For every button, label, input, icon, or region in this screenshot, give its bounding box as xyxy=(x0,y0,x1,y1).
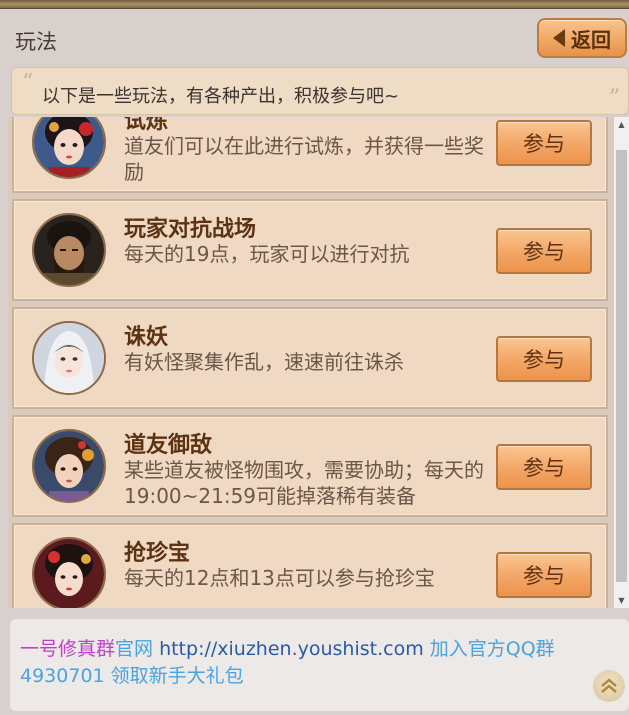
activities-window: 玩法 返回 “ 以下是一些玩法，有各种产出，积极参与吧~ ” 试炼 道友们可以在… xyxy=(0,0,629,715)
activity-desc: 每天的12点和13点可以参与抢珍宝 xyxy=(124,566,435,590)
scroll-down-arrow-icon[interactable]: ▼ xyxy=(614,593,629,608)
join-button-pvp-battlefield[interactable]: 参与 xyxy=(496,228,592,274)
footer-join-qq-label: 加入官方QQ群 xyxy=(423,638,555,660)
avatar xyxy=(32,321,106,395)
scroll-to-top-button[interactable] xyxy=(593,670,625,702)
scroll-up-arrow-icon[interactable]: ▲ xyxy=(614,117,629,132)
avatar xyxy=(32,429,106,503)
notice-text: 以下是一些玩法，有各种产出，积极参与吧~ xyxy=(42,86,400,107)
join-button-defend-allies[interactable]: 参与 xyxy=(496,444,592,490)
activity-desc: 每天的19点，玩家可以进行对抗 xyxy=(124,242,410,266)
activity-card-treasure-grab: 抢珍宝 每天的12点和13点可以参与抢珍宝 参与 xyxy=(12,523,608,608)
activity-title: 抢珍宝 xyxy=(124,541,191,566)
footer-website-link[interactable]: http://xiuzhen.youshist.com xyxy=(159,638,424,660)
activity-desc: 道友们可以在此进行试炼，并获得一些奖励 xyxy=(124,134,484,184)
back-arrow-icon xyxy=(553,29,565,47)
join-button-trial[interactable]: 参与 xyxy=(496,120,592,166)
footer-group-name: 一号修真群 xyxy=(20,638,116,660)
notice-banner: “ 以下是一些玩法，有各种产出，积极参与吧~ ” xyxy=(11,67,629,115)
back-button[interactable]: 返回 xyxy=(537,18,627,58)
list-scrollbar[interactable]: ▲ ▼ xyxy=(614,117,629,608)
scroll-thumb[interactable] xyxy=(616,150,627,582)
avatar xyxy=(32,117,106,179)
activity-desc: 有妖怪聚集作乱，速速前往诛杀 xyxy=(124,350,404,374)
activity-title: 诛妖 xyxy=(124,325,169,350)
activity-card-trial: 试炼 道友们可以在此进行试炼，并获得一些奖励 参与 xyxy=(12,117,608,193)
activity-title: 玩家对抗战场 xyxy=(124,217,257,242)
activity-card-defend-allies: 道友御敌 某些道友被怪物围攻，需要协助；每天的19:00~21:59可能掉落稀有… xyxy=(12,415,608,517)
footer-info: 一号修真群官网 http://xiuzhen.youshist.com 加入官方… xyxy=(10,619,629,711)
footer-site-label: 官网 xyxy=(115,638,160,660)
footer-gift-label: 领取新手大礼包 xyxy=(104,665,244,687)
double-chevron-up-icon xyxy=(601,678,617,693)
quote-open-icon: “ xyxy=(22,70,34,95)
quote-close-icon: ” xyxy=(608,86,620,111)
avatar xyxy=(32,213,106,287)
page-title: 玩法 xyxy=(15,30,57,54)
activity-card-pvp-battlefield: 玩家对抗战场 每天的19点，玩家可以进行对抗 参与 xyxy=(12,199,608,301)
footer-qq-number: 4930701 xyxy=(20,665,105,687)
join-button-slay-demons[interactable]: 参与 xyxy=(496,336,592,382)
join-button-treasure-grab[interactable]: 参与 xyxy=(496,552,592,598)
activity-title: 道友御敌 xyxy=(124,433,213,458)
activity-card-slay-demons: 诛妖 有妖怪聚集作乱，速速前往诛杀 参与 xyxy=(12,307,608,409)
activity-list[interactable]: 试炼 道友们可以在此进行试炼，并获得一些奖励 参与 玩家对抗战场 每天的19点，… xyxy=(8,117,614,608)
back-button-label: 返回 xyxy=(571,27,611,52)
header-bar: 玩法 返回 xyxy=(0,8,629,68)
footer-text: 一号修真群官网 http://xiuzhen.youshist.com 加入官方… xyxy=(20,636,600,690)
activity-desc: 某些道友被怪物围攻，需要协助；每天的19:00~21:59可能掉落稀有装备 xyxy=(124,458,484,508)
avatar xyxy=(32,537,106,608)
